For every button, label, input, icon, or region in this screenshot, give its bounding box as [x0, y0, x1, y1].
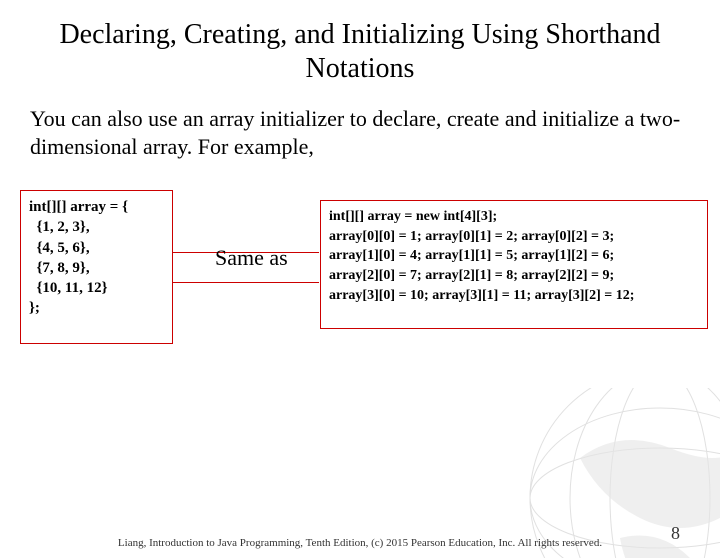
code-line: {7, 8, 9}, — [29, 258, 164, 278]
code-line: array[1][0] = 4; array[1][1] = 5; array[… — [329, 246, 699, 266]
copyright-footer: Liang, Introduction to Java Programming,… — [0, 537, 720, 550]
code-line: array[3][0] = 10; array[3][1] = 11; arra… — [329, 286, 699, 306]
shorthand-code-box: int[][] array = { {1, 2, 3}, {4, 5, 6}, … — [20, 190, 173, 344]
code-line: {4, 5, 6}, — [29, 238, 164, 258]
intro-text: You can also use an array initializer to… — [30, 105, 690, 160]
expanded-code-box: int[][] array = new int[4][3]; array[0][… — [320, 200, 708, 329]
code-line: array[0][0] = 1; array[0][1] = 2; array[… — [329, 227, 699, 247]
code-line: }; — [29, 298, 164, 318]
same-as-label: Same as — [215, 245, 288, 271]
code-line: array[2][0] = 7; array[2][1] = 8; array[… — [329, 266, 699, 286]
page-number: 8 — [671, 523, 680, 544]
globe-decoration — [510, 388, 720, 558]
code-comparison: int[][] array = { {1, 2, 3}, {4, 5, 6}, … — [20, 190, 700, 370]
code-line: int[][] array = { — [29, 197, 164, 217]
connector-line — [173, 282, 319, 283]
code-line: {1, 2, 3}, — [29, 217, 164, 237]
slide-title: Declaring, Creating, and Initializing Us… — [40, 18, 680, 85]
code-line: int[][] array = new int[4][3]; — [329, 207, 699, 227]
code-line: {10, 11, 12} — [29, 278, 164, 298]
